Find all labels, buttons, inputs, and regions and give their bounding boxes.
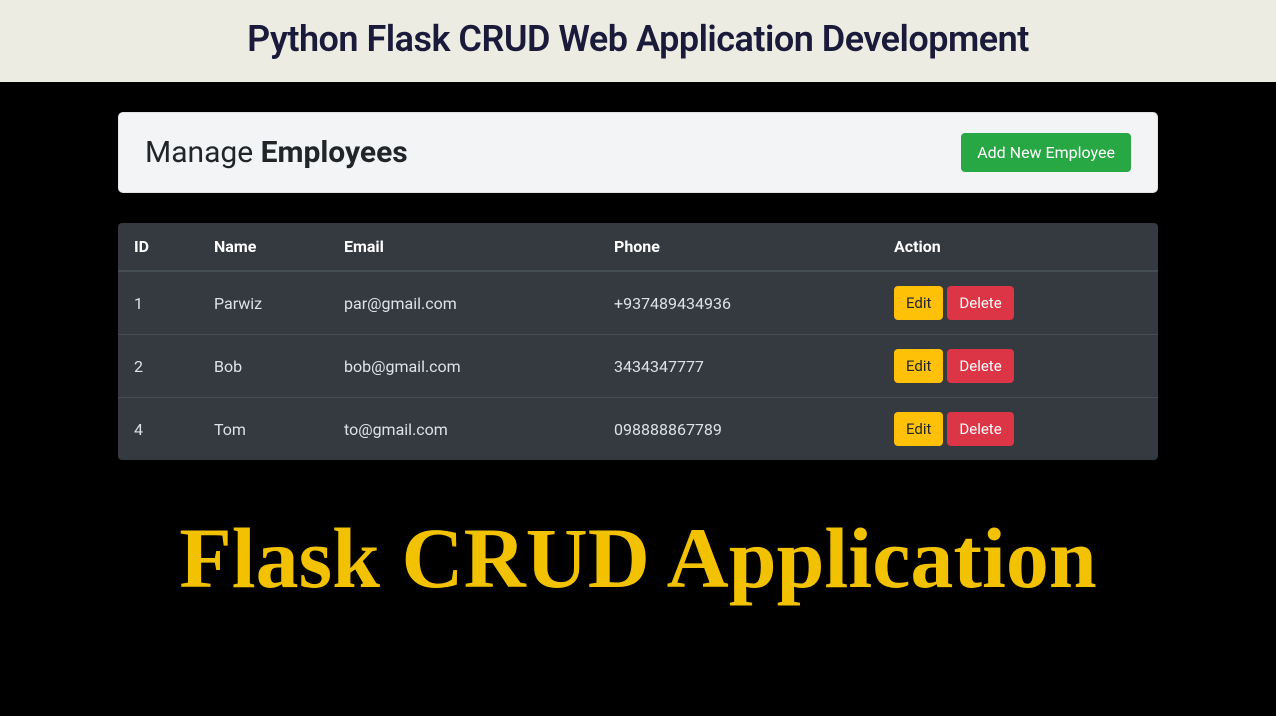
delete-button[interactable]: Delete: [947, 412, 1013, 446]
add-new-employee-button[interactable]: Add New Employee: [961, 133, 1131, 172]
cell-action: EditDelete: [878, 335, 1158, 398]
header-email: Email: [328, 223, 598, 271]
header-name: Name: [198, 223, 328, 271]
cell-name: Bob: [198, 335, 328, 398]
banner-title: Python Flask CRUD Web Application Develo…: [0, 18, 1276, 60]
cell-email: to@gmail.com: [328, 398, 598, 461]
footer-title: Flask CRUD Application: [0, 508, 1276, 608]
cell-id: 4: [118, 398, 198, 461]
top-banner: Python Flask CRUD Web Application Develo…: [0, 0, 1276, 82]
content-wrapper: Manage Employees Add New Employee ID Nam…: [0, 82, 1276, 460]
header-phone: Phone: [598, 223, 878, 271]
header-action: Action: [878, 223, 1158, 271]
employees-table: ID Name Email Phone Action 1Parwizpar@gm…: [118, 223, 1158, 460]
cell-email: bob@gmail.com: [328, 335, 598, 398]
edit-button[interactable]: Edit: [894, 412, 943, 446]
cell-name: Parwiz: [198, 271, 328, 335]
delete-button[interactable]: Delete: [947, 286, 1013, 320]
cell-email: par@gmail.com: [328, 271, 598, 335]
cell-id: 2: [118, 335, 198, 398]
table-row: 1Parwizpar@gmail.com+937489434936EditDel…: [118, 271, 1158, 335]
manage-employees-card: Manage Employees Add New Employee: [118, 112, 1158, 193]
table-row: 4Tomto@gmail.com098888867789EditDelete: [118, 398, 1158, 461]
table-header-row: ID Name Email Phone Action: [118, 223, 1158, 271]
delete-button[interactable]: Delete: [947, 349, 1013, 383]
edit-button[interactable]: Edit: [894, 349, 943, 383]
cell-phone: 3434347777: [598, 335, 878, 398]
cell-id: 1: [118, 271, 198, 335]
cell-phone: +937489434936: [598, 271, 878, 335]
cell-action: EditDelete: [878, 271, 1158, 335]
table-row: 2Bobbob@gmail.com3434347777EditDelete: [118, 335, 1158, 398]
header-id: ID: [118, 223, 198, 271]
employees-table-container: ID Name Email Phone Action 1Parwizpar@gm…: [118, 223, 1158, 460]
manage-title: Manage Employees: [145, 135, 408, 170]
edit-button[interactable]: Edit: [894, 286, 943, 320]
cell-name: Tom: [198, 398, 328, 461]
cell-phone: 098888867789: [598, 398, 878, 461]
cell-action: EditDelete: [878, 398, 1158, 461]
manage-title-bold: Employees: [261, 135, 408, 170]
manage-title-light: Manage: [145, 135, 261, 170]
